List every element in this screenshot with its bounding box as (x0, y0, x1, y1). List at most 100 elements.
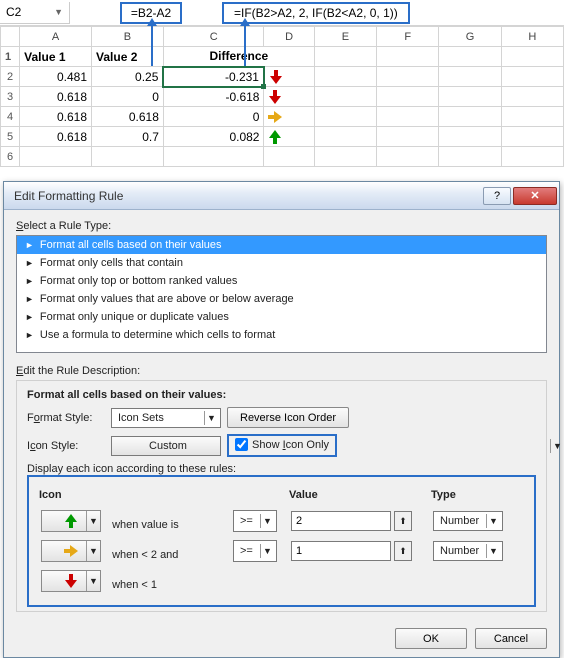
cell-icon[interactable] (264, 67, 314, 87)
edit-formatting-rule-dialog: Edit Formatting Rule ? ✕ Select a Rule T… (3, 181, 560, 658)
format-style-combo[interactable]: Icon Sets ▼ (111, 408, 221, 428)
value-picker-button[interactable]: ⬆ (394, 541, 412, 561)
row-header[interactable]: 4 (1, 107, 20, 127)
cell[interactable] (20, 147, 92, 167)
cell[interactable] (501, 107, 563, 127)
col-header[interactable]: D (264, 27, 314, 47)
row-header[interactable]: 5 (1, 127, 20, 147)
cell[interactable] (377, 127, 439, 147)
show-icon-only-checkbox[interactable] (235, 438, 248, 451)
cell[interactable]: 0.25 (92, 67, 164, 87)
cell[interactable] (377, 107, 439, 127)
col-header[interactable]: C (163, 27, 264, 47)
cell[interactable]: Difference (163, 47, 314, 67)
dialog-titlebar[interactable]: Edit Formatting Rule ? ✕ (4, 182, 559, 210)
cell[interactable] (377, 67, 439, 87)
rule-type-item[interactable]: ►Format only unique or duplicate values (17, 308, 546, 326)
spreadsheet-grid[interactable]: A B C D E F G H 1 Value 1 Value 2 Differ… (0, 26, 564, 167)
rule-type-list[interactable]: ►Format all cells based on their values►… (16, 235, 547, 353)
rule-type-item[interactable]: ►Use a formula to determine which cells … (17, 326, 546, 344)
cell[interactable] (501, 147, 563, 167)
cell[interactable] (314, 47, 376, 67)
cell[interactable] (439, 107, 501, 127)
col-header[interactable]: F (377, 27, 439, 47)
operator-combo[interactable]: >=▼ (233, 540, 277, 562)
type-combo[interactable]: Number▼ (433, 511, 503, 531)
rule-condition-text: when < 2 and (112, 549, 178, 561)
row-header[interactable]: 2 (1, 67, 20, 87)
cell[interactable]: 0.618 (20, 127, 92, 147)
cell[interactable] (501, 67, 563, 87)
ok-button[interactable]: OK (395, 628, 467, 649)
cell[interactable]: 0.618 (20, 107, 92, 127)
name-box[interactable]: C2 ▼ (0, 2, 70, 24)
select-all-corner[interactable] (1, 27, 20, 47)
cell[interactable] (501, 87, 563, 107)
reverse-icon-order-button[interactable]: Reverse Icon Order (227, 407, 349, 428)
rule-type-item[interactable]: ►Format all cells based on their values (17, 236, 546, 254)
cell[interactable] (439, 67, 501, 87)
cancel-button[interactable]: Cancel (475, 628, 547, 649)
operator-combo[interactable]: >=▼ (233, 510, 277, 532)
arrow-down-icon (64, 574, 78, 588)
cell[interactable]: 0.082 (163, 127, 264, 147)
cell-icon[interactable] (264, 87, 314, 107)
value-picker-button[interactable]: ⬆ (394, 511, 412, 531)
rule-type-item[interactable]: ►Format only cells that contain (17, 254, 546, 272)
cell[interactable] (314, 107, 376, 127)
col-header[interactable]: A (20, 27, 92, 47)
close-button[interactable]: ✕ (513, 187, 557, 205)
cell[interactable] (314, 127, 376, 147)
cell[interactable] (439, 87, 501, 107)
rule-type-item[interactable]: ►Format only values that are above or be… (17, 290, 546, 308)
cell[interactable]: 0 (163, 107, 264, 127)
cell[interactable] (314, 147, 376, 167)
icon-style-combo[interactable]: Custom ▼ (111, 436, 221, 456)
chevron-down-icon: ▼ (486, 514, 500, 528)
cell[interactable]: 0.481 (20, 67, 92, 87)
icon-picker[interactable]: ▼ (41, 570, 101, 592)
help-icon: ? (494, 190, 500, 202)
cell[interactable]: -0.231 (163, 67, 264, 87)
icon-picker[interactable]: ▼ (41, 540, 101, 562)
rule-type-item[interactable]: ►Format only top or bottom ranked values (17, 272, 546, 290)
cell[interactable] (163, 147, 264, 167)
cell[interactable]: 0 (92, 87, 164, 107)
col-header[interactable]: E (314, 27, 376, 47)
cell[interactable] (377, 87, 439, 107)
cell[interactable]: Value 1 (20, 47, 92, 67)
row-header[interactable]: 1 (1, 47, 20, 67)
operator-value: >= (240, 515, 253, 527)
icon-picker[interactable]: ▼ (41, 510, 101, 532)
icon-rules-highlight: Icon Value Type ▼ when value is >=▼ ⬆ Nu… (27, 475, 536, 607)
cell[interactable]: 0.7 (92, 127, 164, 147)
chevron-down-icon[interactable]: ▼ (54, 7, 63, 17)
cell[interactable] (439, 47, 501, 67)
type-combo[interactable]: Number▼ (433, 541, 503, 561)
col-header[interactable]: G (439, 27, 501, 47)
cell-icon[interactable] (264, 127, 314, 147)
row-header[interactable]: 3 (1, 87, 20, 107)
cell[interactable]: -0.618 (163, 87, 264, 107)
table-row: 1 Value 1 Value 2 Difference (1, 47, 564, 67)
cell-icon[interactable] (264, 107, 314, 127)
cell[interactable] (314, 87, 376, 107)
help-button[interactable]: ? (483, 187, 511, 205)
cell[interactable] (439, 147, 501, 167)
cell[interactable]: 0.618 (92, 107, 164, 127)
cell[interactable] (377, 47, 439, 67)
col-header[interactable]: H (501, 27, 563, 47)
formula-1-highlight: =B2-A2 (120, 2, 182, 24)
chevron-down-icon: ▼ (204, 411, 218, 425)
row-header[interactable]: 6 (1, 147, 20, 167)
cell[interactable]: 0.618 (20, 87, 92, 107)
cell[interactable] (501, 47, 563, 67)
cell[interactable] (377, 147, 439, 167)
value-input[interactable] (291, 541, 391, 561)
cell[interactable] (314, 67, 376, 87)
cell[interactable] (501, 127, 563, 147)
cell[interactable] (439, 127, 501, 147)
cell[interactable] (264, 147, 314, 167)
value-input[interactable] (291, 511, 391, 531)
cell[interactable] (92, 147, 164, 167)
